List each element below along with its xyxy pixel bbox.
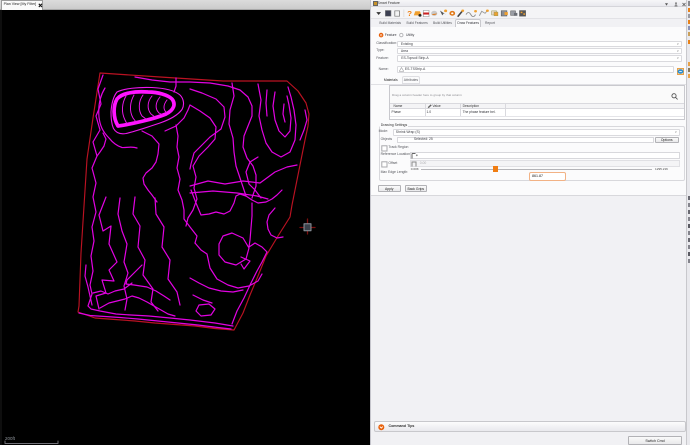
svg-text:?: ? bbox=[407, 10, 412, 18]
svg-text:200ft: 200ft bbox=[5, 436, 16, 441]
